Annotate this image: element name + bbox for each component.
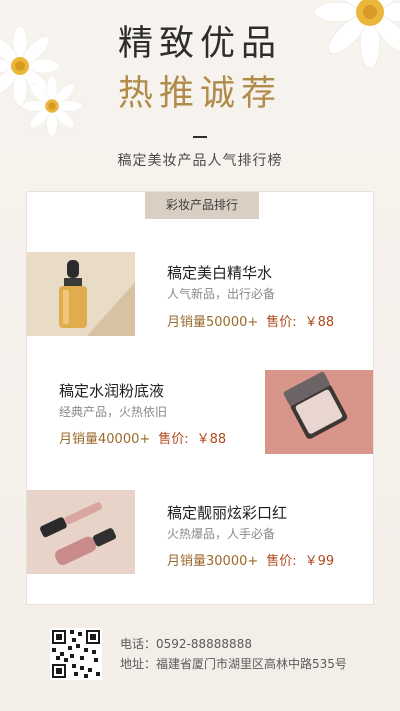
product-ranking-card: 彩妆产品排行 稿定美白精华水 人气新品，出行必备 月销量50000+ 售价: ￥88…	[26, 191, 374, 605]
monthly-sales: 月销量50000+	[167, 315, 259, 330]
compact-powder-image	[265, 370, 373, 454]
product-name: 稿定美白精华水	[167, 264, 273, 282]
price-label: 售价:	[266, 554, 297, 569]
subtitle: 稿定美妆产品人气排行榜	[117, 153, 283, 169]
phone-line: 电话：0592-88888888	[120, 634, 347, 654]
price-label: 售价:	[158, 432, 189, 447]
product-price-row: 月销量40000+ 售价: ￥88	[59, 428, 226, 447]
main-title: 精致优品	[117, 24, 282, 64]
phone-label: 电话：	[120, 637, 157, 651]
address-label: 地址：	[120, 657, 157, 671]
contact-info: 电话：0592-88888888 地址：福建省厦门市湖里区高林中路535号	[120, 634, 347, 674]
hero-header: 精致优品 热推诚荐 稿定美妆产品人气排行榜	[0, 22, 400, 170]
title-divider	[193, 136, 207, 138]
price-value: ￥99	[304, 554, 335, 569]
product-description: 经典产品，火热依旧	[59, 405, 168, 419]
product-description: 人气新品，出行必备	[167, 287, 276, 301]
product-description: 火热爆品，人手必备	[167, 527, 276, 541]
address-line: 地址：福建省厦门市湖里区高林中路535号	[120, 654, 347, 674]
product-name: 稿定水润粉底液	[59, 382, 165, 400]
secondary-title: 热推诚荐	[117, 74, 282, 114]
product-item-foundation[interactable]: 稿定水润粉底液 经典产品，火热依旧 月销量40000+ 售价: ￥88	[27, 370, 373, 454]
lip-gloss-image	[27, 490, 135, 574]
price-value: ￥88	[304, 315, 335, 330]
product-price-row: 月销量50000+ 售价: ￥88	[167, 311, 334, 330]
qr-code[interactable]	[50, 628, 102, 680]
category-tag: 彩妆产品排行	[145, 192, 259, 219]
price-label: 售价:	[266, 315, 297, 330]
product-item-serum[interactable]: 稿定美白精华水 人气新品，出行必备 月销量50000+ 售价: ￥88	[27, 252, 373, 336]
footer: 电话：0592-88888888 地址：福建省厦门市湖里区高林中路535号	[0, 624, 400, 684]
phone-number[interactable]: 0592-88888888	[156, 637, 252, 651]
product-name: 稿定靓丽炫彩口红	[167, 504, 288, 522]
price-value: ￥88	[196, 432, 227, 447]
product-price-row: 月销量30000+ 售价: ￥99	[167, 550, 334, 569]
monthly-sales: 月销量40000+	[59, 432, 151, 447]
product-item-lipstick[interactable]: 稿定靓丽炫彩口红 火热爆品，人手必备 月销量30000+ 售价: ￥99	[27, 490, 373, 574]
serum-bottle-image	[27, 252, 135, 336]
address-text: 福建省厦门市湖里区高林中路535号	[156, 657, 347, 671]
monthly-sales: 月销量30000+	[167, 554, 259, 569]
